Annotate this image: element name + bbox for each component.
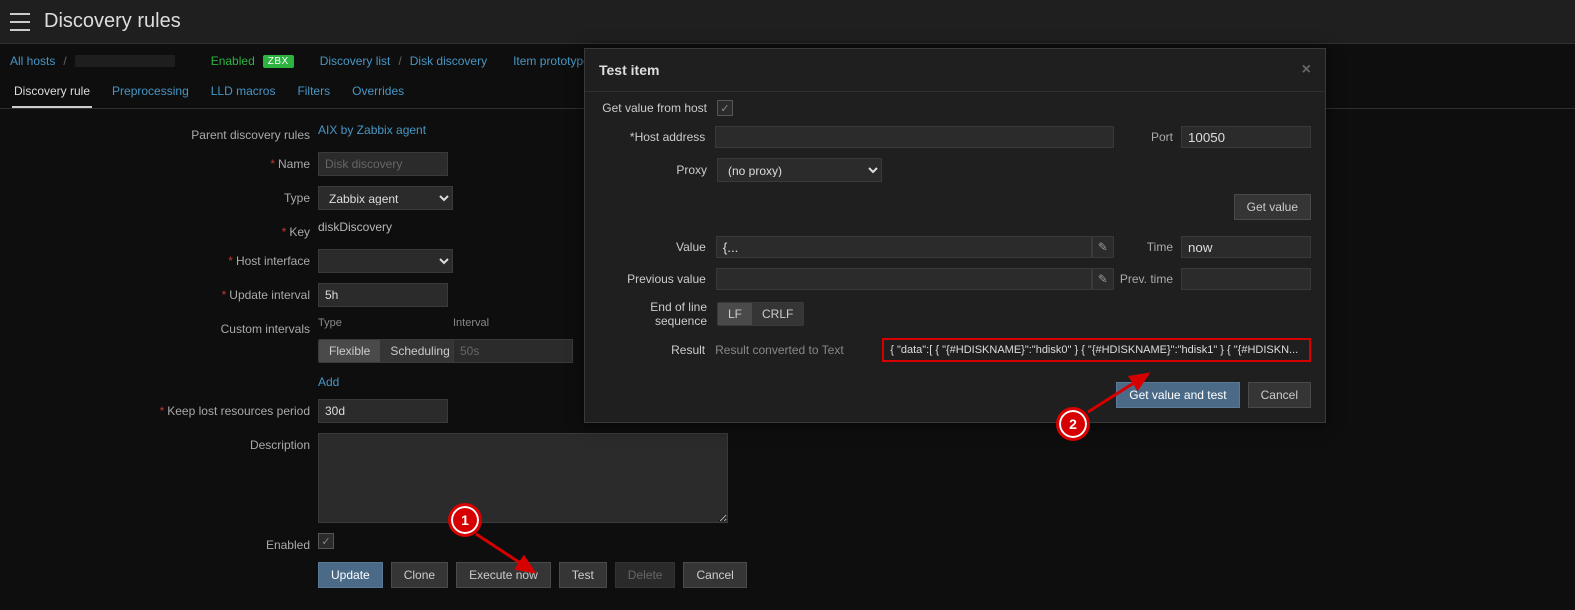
label-update-interval: *Update interval: [10, 283, 318, 302]
link-parent-template[interactable]: AIX by Zabbix agent: [318, 123, 426, 137]
page-title: Discovery rules: [44, 10, 181, 33]
result-hint: Result converted to Text: [715, 343, 882, 357]
label-eol: End of line sequence: [599, 300, 717, 328]
zbx-badge: ZBX: [263, 55, 294, 68]
modal-title: Test item: [599, 62, 659, 78]
sep: /: [398, 54, 401, 68]
input-update-interval[interactable]: [318, 283, 448, 307]
label-prev-value: Previous value: [599, 272, 716, 286]
input-description[interactable]: [318, 433, 728, 523]
tab-lld-macros[interactable]: LLD macros: [209, 78, 278, 108]
hamburger-icon[interactable]: [10, 13, 30, 31]
label-host-interface: *Host interface: [10, 249, 318, 268]
topbar: Discovery rules: [0, 0, 1575, 44]
close-icon[interactable]: ×: [1302, 61, 1311, 79]
cancel-button[interactable]: Cancel: [683, 562, 746, 588]
get-value-button[interactable]: Get value: [1234, 194, 1311, 220]
sep: /: [63, 54, 66, 68]
select-type[interactable]: Zabbix agent: [318, 186, 453, 210]
input-keep-lost[interactable]: [318, 399, 448, 423]
crumb-disk-discovery[interactable]: Disk discovery: [410, 54, 487, 68]
seg-flexible[interactable]: Flexible: [319, 340, 380, 362]
seg-interval-type: Flexible Scheduling: [318, 339, 461, 363]
update-button[interactable]: Update: [318, 562, 383, 588]
tab-discovery-rule[interactable]: Discovery rule: [12, 78, 92, 108]
label-type: Type: [10, 186, 318, 205]
input-host-address[interactable]: [715, 126, 1114, 148]
input-interval[interactable]: [453, 339, 573, 363]
modal-cancel-button[interactable]: Cancel: [1248, 382, 1311, 408]
crumb-all-hosts[interactable]: All hosts: [10, 54, 55, 68]
input-port[interactable]: [1181, 126, 1311, 148]
seg-lf[interactable]: LF: [718, 303, 752, 325]
seg-eol: LF CRLF: [717, 302, 804, 326]
button-row: Update Clone Execute now Test Delete Can…: [318, 562, 1565, 588]
get-value-and-test-button[interactable]: Get value and test: [1116, 382, 1239, 408]
pencil-icon[interactable]: ✎: [1092, 236, 1114, 258]
label-value: Value: [599, 240, 716, 254]
input-time[interactable]: [1181, 236, 1311, 258]
label-keep-lost: *Keep lost resources period: [10, 399, 318, 418]
label-name: *Name: [10, 152, 318, 171]
link-add-interval[interactable]: Add: [318, 375, 339, 389]
test-button[interactable]: Test: [559, 562, 607, 588]
clone-button[interactable]: Clone: [391, 562, 448, 588]
delete-button: Delete: [615, 562, 676, 588]
label-prev-time: Prev. time: [1114, 272, 1181, 286]
result-text: { "data":[ { "{#HDISKNAME}":"hdisk0" } {…: [882, 338, 1311, 362]
input-prev-value[interactable]: [716, 268, 1092, 290]
label-port: Port: [1114, 130, 1181, 144]
label-key: *Key: [10, 220, 318, 239]
label-get-from-host: Get value from host: [599, 101, 717, 115]
execute-now-button[interactable]: Execute now: [456, 562, 551, 588]
label-time: Time: [1114, 240, 1181, 254]
tab-overrides[interactable]: Overrides: [350, 78, 406, 108]
checkbox-get-from-host[interactable]: ✓: [717, 100, 733, 116]
label-custom-intervals: Custom intervals: [10, 317, 318, 336]
input-value[interactable]: [716, 236, 1092, 258]
col-interval: Interval: [453, 317, 588, 329]
label-result: Result: [599, 343, 715, 357]
tab-filters[interactable]: Filters: [295, 78, 332, 108]
label-parent: Parent discovery rules: [10, 123, 318, 142]
crumb-host-redacted[interactable]: [75, 55, 175, 67]
select-host-interface[interactable]: [318, 249, 453, 273]
select-proxy[interactable]: (no proxy): [717, 158, 882, 182]
label-enabled: Enabled: [10, 533, 318, 552]
label-host-address: *Host address: [599, 130, 715, 144]
tab-preprocessing[interactable]: Preprocessing: [110, 78, 191, 108]
annotation-2: 2: [1056, 407, 1090, 441]
seg-crlf[interactable]: CRLF: [752, 303, 803, 325]
label-proxy: Proxy: [599, 163, 717, 177]
col-type: Type: [318, 317, 453, 329]
crumb-status: Enabled: [211, 54, 255, 68]
test-item-modal: Test item × Get value from host ✓ *Host …: [584, 48, 1326, 423]
input-name[interactable]: [318, 152, 448, 176]
label-description: Description: [10, 433, 318, 452]
crumb-discovery-list[interactable]: Discovery list: [320, 54, 391, 68]
pencil-icon[interactable]: ✎: [1092, 268, 1114, 290]
seg-scheduling[interactable]: Scheduling: [380, 340, 459, 362]
input-prev-time[interactable]: [1181, 268, 1311, 290]
value-key: diskDiscovery: [318, 220, 392, 234]
annotation-1: 1: [448, 503, 482, 537]
checkbox-enabled[interactable]: ✓: [318, 533, 334, 549]
